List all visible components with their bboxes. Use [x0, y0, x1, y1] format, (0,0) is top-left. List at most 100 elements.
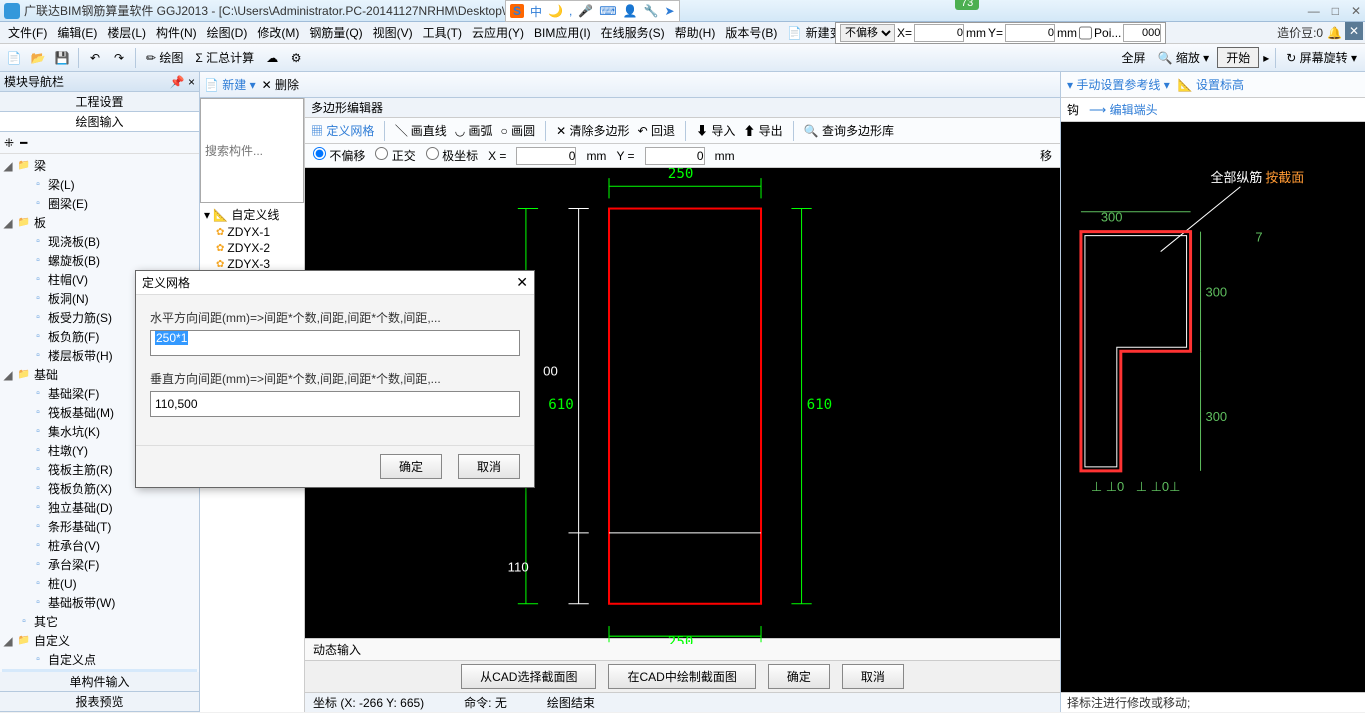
ime-moon-icon[interactable]: 🌙 — [548, 4, 563, 18]
x-value-input[interactable] — [516, 147, 576, 165]
hook-label[interactable]: 钩 — [1067, 101, 1079, 118]
tree-node[interactable]: ◢📁梁 — [2, 156, 197, 175]
zoom-button[interactable]: 🔍 缩放 ▾ — [1154, 49, 1214, 66]
tree-node[interactable]: ▫桩承台(V) — [2, 536, 197, 555]
cloud-check-icon[interactable]: ☁ — [262, 48, 282, 68]
start-button[interactable]: 开始 — [1217, 47, 1259, 68]
y-value-input[interactable] — [645, 147, 705, 165]
offset-mode-select[interactable]: 不偏移 — [840, 24, 895, 42]
dialog-title-bar[interactable]: 定义网格 ✕ — [136, 271, 534, 295]
query-library-button[interactable]: 🔍 查询多边形库 — [804, 122, 894, 139]
panel-pin-icon[interactable]: 📌 × — [170, 75, 195, 89]
ime-lang[interactable]: 中 — [530, 3, 542, 20]
menu-rebar[interactable]: 钢筋量(Q) — [305, 22, 366, 43]
define-grid-button[interactable]: ▦ 定义网格 — [311, 122, 374, 139]
undo-polygon-button[interactable]: ↶ 回退 — [638, 122, 675, 139]
ime-mic-icon[interactable]: 🎤 — [578, 4, 593, 18]
chevron-right-icon[interactable]: ▸ — [1263, 51, 1269, 65]
ime-arrow-icon[interactable]: ➤ — [665, 4, 675, 18]
export-button[interactable]: ⬆ 导出 — [743, 122, 782, 139]
section-report-preview[interactable]: 报表预览 — [0, 692, 199, 712]
fullscreen-button[interactable]: 全屏 — [1118, 49, 1150, 66]
draw-line-button[interactable]: ╲ 画直线 — [395, 122, 446, 139]
section-single-input[interactable]: 单构件输入 — [0, 672, 199, 692]
menu-file[interactable]: 文件(F) — [4, 22, 51, 43]
menu-online[interactable]: 在线服务(S) — [597, 22, 669, 43]
menu-draw[interactable]: 绘图(D) — [203, 22, 252, 43]
menu-view[interactable]: 视图(V) — [369, 22, 417, 43]
maximize-button[interactable]: □ — [1332, 4, 1339, 18]
ime-user-icon[interactable]: 👤 — [623, 4, 638, 18]
sum-button[interactable]: Σ 汇总计算 — [191, 49, 258, 66]
notification-badge[interactable]: 73 — [955, 0, 979, 10]
new-component-button[interactable]: 📄 新建 ▾ — [204, 76, 256, 93]
tree-node[interactable]: ▫条形基础(T) — [2, 517, 197, 536]
draw-button[interactable]: ✏ 绘图 — [142, 49, 187, 66]
expand-icon[interactable]: ⁜ — [4, 136, 14, 150]
poi-checkbox[interactable] — [1079, 24, 1092, 42]
move-label[interactable]: 移 — [1040, 147, 1052, 164]
clear-polygon-button[interactable]: ✕ 清除多边形 — [556, 122, 629, 139]
save-icon[interactable]: 💾 — [52, 48, 72, 68]
tree-node[interactable]: ◢📁自定义 — [2, 631, 197, 650]
menu-bim[interactable]: BIM应用(I) — [530, 22, 595, 43]
tree-node[interactable]: ▫其它 — [2, 612, 197, 631]
radio-ortho[interactable]: 正交 — [375, 147, 415, 164]
rotate-button[interactable]: ↻ 屏幕旋转 ▾ — [1282, 49, 1361, 66]
radio-polar[interactable]: 极坐标 — [426, 147, 478, 164]
edit-end-button[interactable]: ⟶ 编辑端头 — [1089, 101, 1158, 118]
tree-node[interactable]: ▫桩(U) — [2, 574, 197, 593]
menu-modify[interactable]: 修改(M) — [253, 22, 303, 43]
collapse-icon[interactable]: ━ — [20, 136, 27, 150]
dialog-close-button[interactable]: ✕ — [516, 274, 528, 291]
ime-wrench-icon[interactable]: 🔧 — [644, 4, 659, 18]
menu-floor[interactable]: 楼层(L) — [103, 22, 150, 43]
poi-input[interactable] — [1123, 24, 1161, 42]
y-input[interactable] — [1005, 24, 1055, 42]
import-button[interactable]: ⬇ 导入 — [696, 122, 735, 139]
section-draw-input[interactable]: 绘图输入 — [0, 112, 199, 132]
settings-icon[interactable]: ⚙ — [286, 48, 306, 68]
search-component-input[interactable] — [200, 98, 304, 203]
mdi-close-button[interactable]: ✕ — [1345, 22, 1363, 40]
v-spacing-input[interactable] — [150, 391, 520, 417]
tree-node[interactable]: ▫现浇板(B) — [2, 232, 197, 251]
menu-cloud[interactable]: 云应用(Y) — [468, 22, 528, 43]
set-elevation-button[interactable]: 📐 设置标高 — [1178, 76, 1244, 93]
menu-component[interactable]: 构件(N) — [152, 22, 201, 43]
delete-component-button[interactable]: ✕ 删除 — [262, 76, 299, 93]
ime-punct[interactable]: , — [569, 4, 572, 18]
ime-keyboard-icon[interactable]: ⌨ — [599, 4, 616, 18]
draw-circle-button[interactable]: ○ 画圆 — [501, 122, 536, 139]
tree-node[interactable]: ◢📁板 — [2, 213, 197, 232]
section-canvas[interactable]: 全部纵筋 按截面 300 300 300 7 ⊥ ⊥0 ⊥ ⊥0⊥ — [1061, 122, 1365, 692]
tree-node[interactable]: ▫独立基础(D) — [2, 498, 197, 517]
tree-node[interactable]: ▫梁(L) — [2, 175, 197, 194]
comp-item[interactable]: ✿ZDYX-1 — [202, 224, 302, 240]
redo-icon[interactable]: ↷ — [109, 48, 129, 68]
h-spacing-input[interactable]: 250*1 — [150, 330, 520, 356]
tree-node[interactable]: ▫圈梁(E) — [2, 194, 197, 213]
select-from-cad-button[interactable]: 从CAD选择截面图 — [461, 664, 596, 689]
minimize-button[interactable]: — — [1308, 4, 1320, 18]
dialog-ok-button[interactable]: 确定 — [380, 454, 442, 479]
menu-tools[interactable]: 工具(T) — [419, 22, 466, 43]
menu-edit[interactable]: 编辑(E) — [53, 22, 101, 43]
tree-node[interactable]: ▫螺旋板(B) — [2, 251, 197, 270]
tree-node[interactable]: ▫基础板带(W) — [2, 593, 197, 612]
undo-icon[interactable]: ↶ — [85, 48, 105, 68]
editor-cancel-button[interactable]: 取消 — [842, 664, 904, 689]
ime-toolbar[interactable]: S 中 🌙 , 🎤 ⌨ 👤 🔧 ➤ — [505, 0, 680, 22]
tree-node[interactable]: ▫自定义点 — [2, 650, 197, 669]
bell-icon[interactable]: 🔔 — [1327, 26, 1342, 40]
radio-no-offset[interactable]: 不偏移 — [313, 147, 365, 164]
x-input[interactable] — [914, 24, 964, 42]
set-ref-line-button[interactable]: ▾ 手动设置参考线 ▾ — [1067, 76, 1170, 93]
section-project-settings[interactable]: 工程设置 — [0, 92, 199, 112]
draw-arc-button[interactable]: ◡ 画弧 — [455, 122, 493, 139]
tree-node[interactable]: ▫承台梁(F) — [2, 555, 197, 574]
menu-help[interactable]: 帮助(H) — [671, 22, 720, 43]
menu-version[interactable]: 版本号(B) — [721, 22, 781, 43]
draw-in-cad-button[interactable]: 在CAD中绘制截面图 — [608, 664, 755, 689]
new-file-icon[interactable]: 📄 — [4, 48, 24, 68]
